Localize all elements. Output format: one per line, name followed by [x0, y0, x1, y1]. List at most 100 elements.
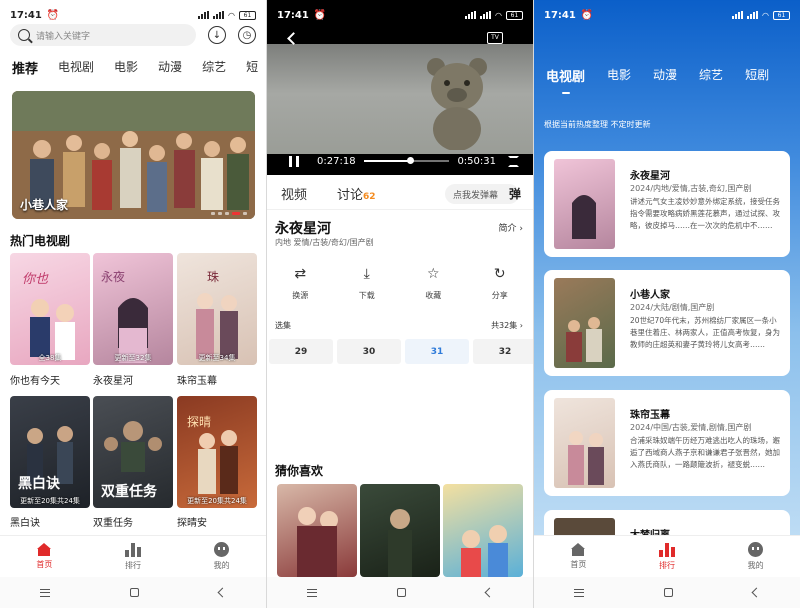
pause-icon[interactable]: [289, 155, 299, 167]
download-button[interactable]: ⤓ 下载: [342, 266, 392, 301]
status-bar: 17:41 ⏰ ◠ 61: [267, 0, 533, 30]
ranking-desc: 合浦采珠奴端午历经万难逃出吃人的珠场，邂逅了西域商人燕子京和谦谦君子张晋然，她加…: [630, 436, 780, 469]
svg-text:永夜: 永夜: [101, 269, 125, 284]
share-button[interactable]: ↻ 分享: [475, 266, 525, 301]
recommend-poster[interactable]: [360, 484, 440, 577]
poster-title[interactable]: 双重任务: [93, 514, 133, 529]
tab-rank-label: 排行: [125, 560, 141, 570]
fullscreen-icon[interactable]: [508, 155, 519, 167]
bottom-tabbar: 首页 排行 我的: [0, 535, 266, 577]
poster-card[interactable]: 永夜 更新至32集: [93, 253, 173, 365]
episode-button[interactable]: 30: [337, 339, 401, 364]
video-frame: [267, 44, 533, 154]
download-icon[interactable]: ↓: [208, 26, 226, 44]
rank-tab-anime[interactable]: 动漫: [653, 66, 677, 85]
poster-card[interactable]: 黑白诀 更新至20集共24集: [10, 396, 90, 508]
search-input[interactable]: 请输入关键字: [10, 24, 196, 46]
back-nav-icon[interactable]: [751, 587, 762, 598]
ranking-note: 根据当前热度整理 不定时更新: [544, 120, 651, 129]
tab-home[interactable]: 首页: [534, 536, 623, 577]
poster-caption: [93, 504, 173, 508]
poster-title[interactable]: 你也有今天: [10, 372, 60, 387]
featured-banner[interactable]: 小巷人家: [12, 91, 255, 219]
share-icon: ↻: [493, 266, 506, 282]
tab-video[interactable]: 视频: [281, 184, 307, 203]
recommend-poster[interactable]: [443, 484, 523, 577]
profile-icon: [214, 542, 230, 557]
ranking-poster: [554, 398, 615, 488]
recents-icon[interactable]: [574, 588, 584, 597]
poster-title[interactable]: 黑白诀: [10, 514, 40, 529]
poster-title[interactable]: 永夜星河: [93, 372, 133, 387]
episodes-total-label: 共32集: [491, 321, 518, 330]
rank-tab-movie[interactable]: 电影: [607, 66, 631, 85]
home-nav-icon[interactable]: [664, 588, 673, 597]
poster-card[interactable]: 珠 更新至34集: [177, 253, 257, 365]
back-nav-icon[interactable]: [484, 587, 495, 598]
episode-button-current[interactable]: 31: [405, 339, 469, 364]
switch-source-icon: ⇄: [294, 266, 307, 282]
poster-title[interactable]: 探晴安: [177, 514, 207, 529]
svg-text:珠: 珠: [207, 270, 219, 284]
tab-rank[interactable]: 排行: [89, 536, 178, 577]
tab-home-label: 首页: [570, 560, 587, 569]
danmu-toggle[interactable]: 弹: [509, 185, 521, 202]
tab-tv[interactable]: 电视剧: [58, 58, 94, 77]
favorite-button[interactable]: ☆ 收藏: [408, 266, 458, 301]
recommend-poster[interactable]: [277, 484, 357, 577]
recents-icon[interactable]: [307, 588, 317, 597]
cast-tv-icon[interactable]: TV: [487, 32, 503, 44]
back-nav-icon[interactable]: [217, 587, 228, 598]
poster-title[interactable]: 珠帘玉幕: [177, 372, 217, 387]
intro-link[interactable]: 简介 ›: [499, 221, 523, 234]
ranking-title: 永夜星河: [630, 171, 670, 182]
tab-recommend[interactable]: 推荐: [12, 58, 38, 77]
tab-home-label: 首页: [36, 560, 53, 569]
tab-rank[interactable]: 排行: [623, 536, 712, 577]
tab-variety[interactable]: 综艺: [202, 58, 226, 77]
danmu-placeholder: 点我发弹幕: [453, 190, 499, 201]
poster-image: [461, 525, 508, 577]
home-nav-icon[interactable]: [397, 588, 406, 597]
back-icon[interactable]: [287, 32, 300, 45]
ranking-card[interactable]: 珠帘玉幕 2024/中国/古装,爱情,剧情,国产剧 合浦采珠奴端午历经万难逃出吃…: [544, 390, 790, 496]
tab-discuss[interactable]: 讨论62: [337, 184, 376, 203]
ranking-card[interactable]: 小巷人家 2024/大陆/剧情,国产剧 20世纪70年代末，苏州棉纺厂家属区一条…: [544, 270, 790, 376]
search-icon: [18, 29, 30, 41]
status-time: 17:41: [10, 9, 42, 21]
rank-tab-variety[interactable]: 综艺: [699, 66, 723, 85]
signal2-icon: [747, 11, 759, 19]
tab-me-label: 我的: [213, 561, 230, 570]
poster-image: 珠: [196, 270, 238, 359]
tab-short[interactable]: 短: [246, 58, 258, 77]
rank-tab-short[interactable]: 短剧: [745, 66, 769, 85]
home-nav-icon[interactable]: [130, 588, 139, 597]
episode-button[interactable]: 32: [473, 339, 533, 364]
tab-home[interactable]: 首页: [0, 536, 89, 577]
tab-movie[interactable]: 电影: [114, 58, 138, 77]
history-icon[interactable]: ◷: [238, 26, 256, 44]
tab-anime[interactable]: 动漫: [158, 58, 182, 77]
episodes-total[interactable]: 共32集 ›: [491, 320, 523, 331]
episode-button[interactable]: 29: [269, 339, 333, 364]
wifi-icon: ◠: [228, 10, 235, 20]
tab-me[interactable]: 我的: [711, 536, 800, 577]
poster-card[interactable]: 双重任务: [93, 396, 173, 508]
progress-bar[interactable]: [363, 157, 450, 164]
progress-handle[interactable]: [406, 157, 414, 164]
status-time: 17:41: [544, 9, 576, 21]
poster-card[interactable]: 探晴 更新至20集共24集: [177, 396, 257, 508]
rank-tab-tv[interactable]: 电视剧: [546, 66, 585, 94]
poster-card[interactable]: 你也 全38集: [10, 253, 90, 365]
player-controls: 0:27:18 0:50:31: [267, 150, 533, 172]
action-label: 换源: [292, 291, 309, 300]
recents-icon[interactable]: [40, 588, 50, 597]
poster-caption: 更新至20集共24集: [20, 497, 80, 505]
ranking-card[interactable]: 永夜星河 2024/内地/爱情,古装,奇幻,国产剧 讲述元气女主凌妙妙意外绑定系…: [544, 151, 790, 257]
danmu-input[interactable]: 点我发弹幕 弹: [445, 184, 521, 204]
switch-source-button[interactable]: ⇄ 换源: [275, 266, 325, 301]
alarm-icon: ⏰: [46, 9, 60, 21]
tab-me[interactable]: 我的: [177, 536, 266, 577]
poster-image: [568, 431, 604, 485]
ranking-screen: 17:41 ⏰ ◠ 61 电视剧 电影 动漫 综艺 短剧 根据当前热度整理 不定…: [534, 0, 800, 608]
